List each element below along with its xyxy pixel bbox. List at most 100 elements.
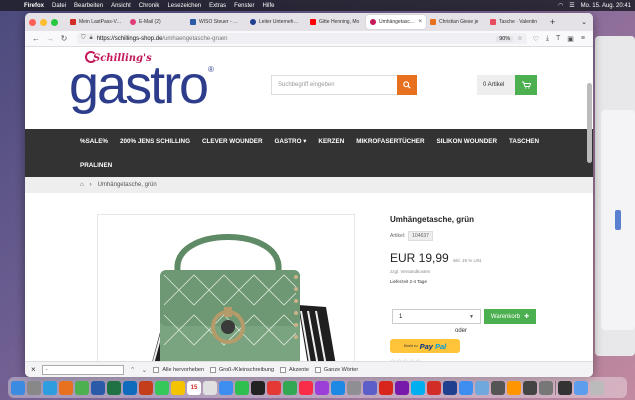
music-icon[interactable] [299,380,313,395]
safari-icon[interactable] [43,380,57,395]
preview-icon[interactable] [475,380,489,395]
launchpad-icon[interactable] [27,380,41,395]
wifi-icon[interactable]: ◠ [558,2,563,9]
menu-icon[interactable]: ≡ [581,35,585,43]
news-icon[interactable] [267,380,281,395]
firefox-icon[interactable] [59,380,73,395]
teams-icon[interactable] [363,380,377,395]
appletv-icon[interactable] [251,380,265,395]
close-window-button[interactable] [29,18,36,26]
background-window-right[interactable] [601,110,635,330]
spark-icon[interactable] [459,380,473,395]
home-icon[interactable]: ⌂ [80,182,84,188]
menu-fenster[interactable]: Fenster [234,3,254,9]
calendar-icon[interactable]: 15 [187,380,201,395]
acrobat-icon[interactable] [379,380,393,395]
settings-icon[interactable] [347,380,361,395]
video-icon[interactable] [523,380,537,395]
facetime-icon[interactable] [235,380,249,395]
control-center-icon[interactable]: ☰ [569,2,574,9]
lock-icon[interactable]: 🔒︎ [90,35,93,42]
forward-button[interactable]: → [43,34,57,43]
reader-icon[interactable]: T [556,35,560,43]
menu-item-mikrofasertuecher[interactable]: MIKROFASERTÜCHER [356,138,424,145]
menu-datei[interactable]: Datei [52,3,66,9]
shield-icon[interactable]: ⛉ [81,35,86,42]
add-to-cart-button[interactable]: Warenkorb ✚ [484,309,536,324]
chrome-icon[interactable] [75,380,89,395]
podcasts-icon[interactable] [315,380,329,395]
highlight-all-checkbox[interactable]: Alle hervorheben [153,366,204,373]
numbers-icon[interactable] [283,380,297,395]
match-case-checkbox[interactable]: Groß-/Kleinschreibung [210,366,274,373]
appstore-icon[interactable] [331,380,345,395]
reload-button[interactable]: ↻ [57,34,71,43]
firefox2-icon[interactable] [507,380,521,395]
activity-icon[interactable] [558,380,572,395]
whole-words-checkbox[interactable]: Ganze Wörter [314,366,358,373]
finder-icon[interactable] [11,380,25,395]
bookmark-star-icon[interactable]: ☆ [517,35,522,42]
pocket-icon[interactable]: ♡ [533,35,539,43]
messages-icon[interactable] [155,380,169,395]
photos-icon[interactable] [203,380,217,395]
onenote-icon[interactable] [395,380,409,395]
close-find-icon[interactable]: × [31,365,36,374]
menu-bearbeiten[interactable]: Bearbeiten [74,3,103,9]
screenshot-icon[interactable] [539,380,553,395]
steuer-icon[interactable] [443,380,457,395]
cart-button[interactable] [515,75,537,95]
tab-lastpass[interactable]: Mein LastPass-Vault [66,15,126,29]
close-tab-icon[interactable]: × [418,19,422,25]
tab-leiter[interactable]: Leiter Unternehmen [246,15,306,29]
menu-chronik[interactable]: Chronik [139,3,160,9]
tab-youtube[interactable]: Gitte Henning, Mo [306,15,366,29]
tab-email[interactable]: E-Mail (2) [126,15,186,29]
back-button[interactable]: ← [29,34,43,43]
match-diacritics-checkbox[interactable]: Akzente [280,366,309,373]
menu-item-sale[interactable]: %SALE% [80,138,108,145]
search-input[interactable]: Suchbegriff eingeben [272,82,397,88]
excel-icon[interactable] [107,380,121,395]
quantity-select[interactable]: 1 ▼ [392,309,481,324]
download-icon[interactable]: ⤓ [546,35,549,43]
paypal-button[interactable]: Direkt zu Pay Pal [390,339,460,353]
zoom-level[interactable]: 90% [496,35,514,42]
downloads-icon[interactable] [574,380,588,395]
menu-item-kerzen[interactable]: KERZEN [318,138,344,145]
menu-lesezeichen[interactable]: Lesezeichen [167,3,201,9]
zoom-window-button[interactable] [51,18,58,26]
mail-icon[interactable] [219,380,233,395]
menu-item-jens-schilling[interactable]: 200% JENS SCHILLING [120,138,190,145]
calculator-icon[interactable] [491,380,505,395]
page-scrollbar[interactable] [587,83,592,163]
find-next-icon[interactable]: ⌄ [142,366,148,374]
menu-item-clever-wounder[interactable]: CLEVER WOUNDER [202,138,263,145]
find-input[interactable]: - [41,364,124,375]
product-image[interactable] [97,214,355,361]
menu-item-gastro[interactable]: GASTRO ▾ [275,138,307,145]
tab-tasche[interactable]: Tasche · Valentin [486,15,546,29]
notes-icon[interactable] [171,380,185,395]
url-text[interactable]: https://schillings-shop.de/umhaengetasch… [97,36,228,42]
menu-hilfe[interactable]: Hilfe [263,3,275,9]
trash-icon[interactable] [590,380,604,395]
tab-christian[interactable]: Christian Giese je [426,15,486,29]
menu-ansicht[interactable]: Ansicht [111,3,131,9]
menu-item-taschen[interactable]: TASCHEN [509,138,539,145]
cart-widget[interactable]: 0 Artikel [477,75,537,95]
new-tab-button[interactable]: + [550,17,555,27]
site-logo[interactable]: Schilling's gastro ® [69,51,219,115]
menu-extras[interactable]: Extras [209,3,226,9]
tab-wiso[interactable]: WISO Steuer - Mein [186,15,246,29]
lastpass-icon[interactable] [427,380,441,395]
skype-icon[interactable] [411,380,425,395]
find-previous-icon[interactable]: ⌃ [130,366,136,374]
word-icon[interactable] [91,380,105,395]
clock[interactable]: Mo. 15. Aug. 20:41 [581,3,631,9]
menu-firefox[interactable]: Firefox [24,3,44,9]
tab-umhaengetasche[interactable]: Umhängetasche, grün× [366,15,426,29]
cart-count[interactable]: 0 Artikel [477,82,515,88]
minimize-window-button[interactable] [40,18,47,26]
powerpoint-icon[interactable] [139,380,153,395]
